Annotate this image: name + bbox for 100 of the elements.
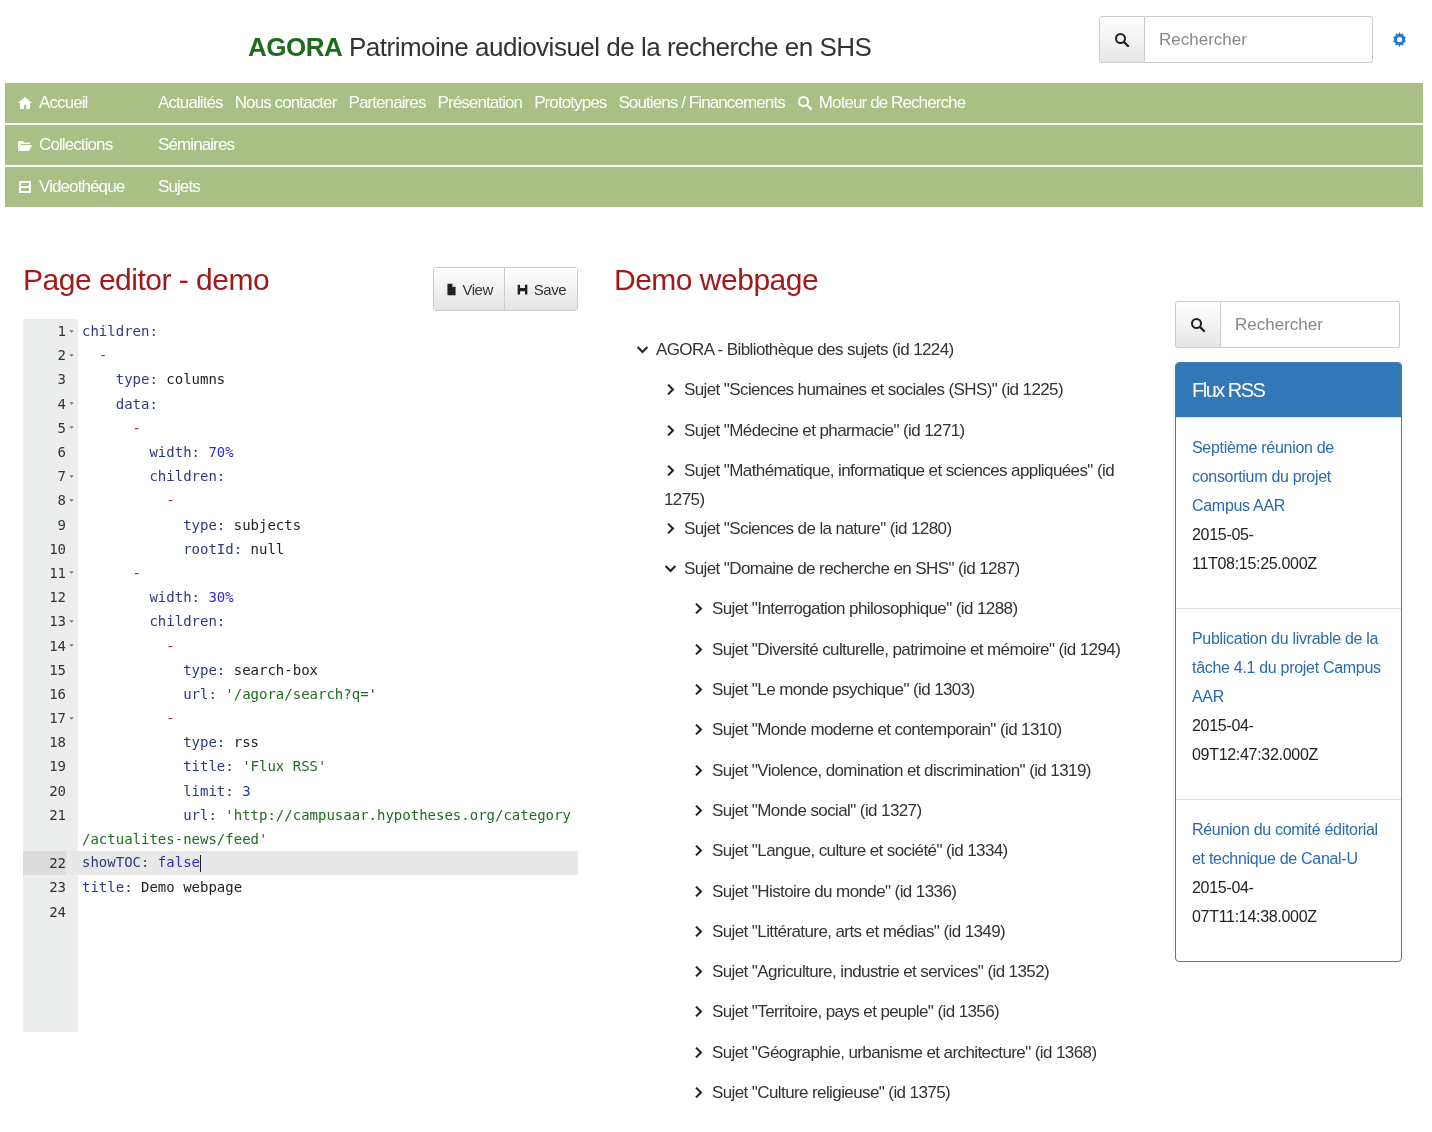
line-number: 6 [56,443,66,463]
code-line: children: [148,468,226,485]
code-line: - [165,492,175,509]
code-line: data: [114,395,158,412]
tree-item[interactable]: Sujet "Monde moderne et contemporain" (id 1310) [692,715,1140,745]
chevron-right-icon[interactable] [692,1005,705,1019]
tree-item[interactable]: Sujet "Domaine de recherche en SHS" (id 1287) [664,554,1140,584]
chevron-right-icon[interactable] [692,763,705,777]
line-number: 9 [56,515,66,535]
home-icon [17,95,33,111]
fold-toggle-icon[interactable] [68,496,75,504]
code-line: - [165,637,175,654]
news-date: 2015-04-07T11:14:38.000Z [1192,878,1318,927]
line-number: 22 [23,851,66,876]
fold-toggle-icon[interactable] [68,424,75,432]
code-line: - [131,419,141,436]
fold-toggle-icon[interactable] [68,714,75,722]
chevron-right-icon[interactable] [692,1045,705,1059]
code-line: width: 30% [148,589,234,606]
tree-item[interactable]: Sujet "Sciences humaines et sociales (SHS)" (id 1225) [664,375,1140,405]
save-button[interactable]: Save [504,268,577,310]
tree-item[interactable]: Sujet "Géographie, urbanisme et architecture" (id 1368) [692,1037,1140,1067]
tree-item[interactable]: Sujet "Sciences de la nature" (id 1280) [664,513,1140,543]
line-number: 15 [48,660,66,680]
code-line: type: columns [114,371,226,388]
chevron-right-icon[interactable] [692,642,705,656]
chevron-right-icon[interactable] [664,423,677,437]
line-number: 20 [48,781,66,801]
news-link[interactable]: Publication du livrable de la tâche 4.1 du projet Campus AAR [1192,624,1385,711]
code-line: title: Demo webpage [81,879,243,896]
line-number: 3 [56,370,66,390]
line-number: 2 [56,346,66,366]
line-number: 4 [56,394,66,414]
line-number: 10 [48,539,66,559]
line-number: 1 [56,322,66,342]
search-button[interactable] [1175,301,1221,348]
code-line: type: subjects [182,516,302,533]
search-field[interactable]: Rechercher [1145,16,1373,63]
chevron-right-icon[interactable] [692,965,705,979]
line-number: 13 [48,612,66,632]
chevron-down-icon[interactable] [636,343,649,356]
fold-toggle-icon[interactable] [68,617,75,625]
chevron-right-icon[interactable] [692,844,705,858]
line-number: 8 [56,491,66,511]
fold-toggle-icon[interactable] [68,472,75,480]
chevron-right-icon[interactable] [664,463,677,477]
line-number: 14 [48,636,66,656]
code-line: width: 70% [148,444,234,461]
fold-toggle-icon[interactable] [68,642,75,650]
tree-item[interactable]: Sujet "Littérature, arts et médias" (id 1349) [692,916,1140,946]
chevron-right-icon[interactable] [692,683,705,697]
tree-item[interactable]: Sujet "Interrogation philosophique" (id 1288) [692,594,1140,624]
chevron-right-icon[interactable] [692,803,705,817]
chevron-right-icon[interactable] [664,383,677,397]
fold-toggle-icon[interactable] [68,569,75,577]
code-line: - [165,710,175,727]
code-line: - [131,564,141,581]
panel-title: Flux RSS [1176,363,1401,417]
chevron-right-icon[interactable] [692,602,705,616]
fold-toggle-icon[interactable] [68,400,75,408]
tree-item[interactable]: AGORA - Bibliothèque des sujets (id 1224) [636,335,1140,364]
code-line: url: '/agora/search?q=' [182,685,377,702]
search-button[interactable] [1099,16,1145,63]
fold-toggle-icon[interactable] [68,327,75,335]
view-button[interactable]: View [433,268,505,310]
code-line: children: [148,613,226,630]
search-icon [1114,31,1130,48]
line-number: 7 [56,467,66,487]
tree-item[interactable]: Sujet "Culture religieuse" (id 1375) [692,1078,1140,1108]
tree-item[interactable]: Sujet "Agriculture, industrie et services" (id 1352) [692,957,1140,987]
site-title: AGORA Patrimoine audiovisuel de la recherche en SHS [248,31,873,63]
code-line: showTOC: false [81,854,201,872]
tree-item[interactable]: Sujet "Violence, domination et discrimination" (id 1319) [692,755,1140,785]
tree-item[interactable]: Sujet "Diversité culturelle, patrimoine et mémoire" (id 1294) [692,634,1140,664]
news-link[interactable]: Réunion du comité éditorial et technique de Canal-U [1192,815,1385,873]
film-icon [17,179,33,195]
news-link[interactable]: Septième réunion de consortium du projet Campus AAR [1192,433,1385,520]
tree-item[interactable]: Sujet "Le monde psychique" (id 1303) [692,675,1140,705]
line-number: 5 [56,418,66,438]
tree-item[interactable]: Sujet "Monde social" (id 1327) [692,795,1140,825]
chevron-right-icon[interactable] [692,884,705,898]
code-line: children: [81,323,158,340]
chevron-right-icon[interactable] [692,723,705,737]
tree-item[interactable]: Sujet "Histoire du monde" (id 1336) [692,876,1140,906]
fold-toggle-icon[interactable] [68,351,75,359]
settings-icon [1391,31,1408,48]
search-icon [1190,316,1206,333]
chevron-right-icon[interactable] [692,924,705,938]
tree-item[interactable]: Sujet "Mathématique, informatique et sciences appliquées" (id 1275) [664,455,1140,514]
chevron-right-icon[interactable] [692,1086,705,1100]
chevron-right-icon[interactable] [664,521,677,535]
line-number: 23 [48,878,66,898]
tree-item[interactable]: Sujet "Médecine et pharmacie" (id 1271) [664,415,1140,445]
code-line: title: 'Flux RSS' [182,758,327,775]
news-date: 2015-04-09T12:47:32.000Z [1192,716,1319,765]
code-line: - [97,347,108,364]
tree-item[interactable]: Sujet "Territoire, pays et peuple" (id 1356) [692,997,1140,1027]
tree-item[interactable]: Sujet "Langue, culture et société" (id 1334) [692,836,1140,866]
search-field[interactable]: Rechercher [1221,301,1400,348]
settings-button[interactable] [1391,31,1408,48]
